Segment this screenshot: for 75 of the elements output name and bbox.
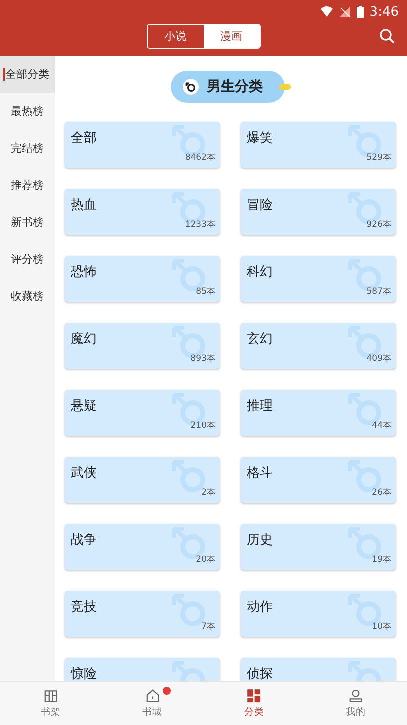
category-name: 全部 [71, 130, 97, 147]
category-name: 热血 [71, 197, 97, 214]
nav-tab[interactable]: 我的 [305, 682, 407, 725]
male-symbol-icon [183, 79, 199, 95]
section-title-text: 男生分类 [207, 78, 263, 96]
nav-tab[interactable]: 书城 [102, 682, 204, 725]
book-count: 7本 [202, 621, 216, 633]
book-count: 926本 [366, 219, 392, 231]
category-name: 格斗 [247, 465, 273, 482]
book-count: 409本 [366, 353, 392, 365]
category-card[interactable]: 科幻 587本 [241, 256, 396, 302]
category-card[interactable]: 推理 44本 [241, 390, 396, 436]
grid-icon [246, 688, 262, 704]
sidebar-item[interactable]: 收藏榜 [0, 278, 55, 315]
book-icon [42, 688, 59, 704]
book-count: 1233本 [185, 219, 216, 231]
category-card[interactable]: 历史 19本 [241, 524, 396, 570]
book-count: 19本 [372, 554, 392, 566]
category-name: 惊险 [71, 666, 97, 681]
search-icon[interactable] [379, 28, 395, 44]
category-card[interactable]: 魔幻 893本 [65, 323, 220, 369]
book-count: 85本 [196, 286, 216, 298]
category-name: 玄幻 [247, 331, 273, 348]
category-name: 战争 [71, 532, 97, 549]
no-signal-icon [338, 6, 351, 18]
category-card[interactable]: 战争 20本 [65, 524, 220, 570]
category-name: 爆笑 [247, 130, 273, 147]
nav-tab[interactable]: 书架 [0, 682, 102, 725]
book-count: 26本 [372, 487, 392, 499]
category-name: 竞技 [71, 599, 97, 616]
book-count: 8462本 [185, 152, 216, 164]
category-name: 悬疑 [71, 398, 97, 415]
category-card[interactable]: 格斗 26本 [241, 457, 396, 503]
category-name: 科幻 [247, 264, 273, 281]
sidebar-item[interactable]: 推荐榜 [0, 167, 55, 204]
book-count: 44本 [372, 420, 392, 432]
book-count: 210本 [190, 420, 216, 432]
category-name: 侦探 [247, 666, 273, 681]
category-card[interactable]: 热血 1233本 [65, 189, 220, 235]
book-count: 893本 [190, 353, 216, 365]
category-name: 武侠 [71, 465, 97, 482]
category-name: 魔幻 [71, 331, 97, 348]
category-card[interactable]: 爆笑 529本 [241, 122, 396, 168]
category-card[interactable]: 全部 8462本 [65, 122, 220, 168]
book-count: 20本 [196, 554, 216, 566]
category-card[interactable]: 武侠 2本 [65, 457, 220, 503]
category-name: 动作 [247, 599, 273, 616]
person-icon [348, 688, 364, 704]
category-card[interactable]: 动作 10本 [241, 591, 396, 637]
book-count: 10本 [372, 621, 392, 633]
category-card[interactable]: 玄幻 409本 [241, 323, 396, 369]
category-card[interactable]: 侦探 [241, 658, 396, 681]
category-name: 恐怖 [71, 264, 97, 281]
category-card[interactable]: 冒险 926本 [241, 189, 396, 235]
book-count: 529本 [366, 152, 392, 164]
sidebar-item[interactable]: 全部分类 [0, 56, 55, 93]
category-name: 推理 [247, 398, 273, 415]
book-count: 587本 [366, 286, 392, 298]
category-card[interactable]: 惊险 [65, 658, 220, 681]
category-name: 冒险 [247, 197, 273, 214]
book-count: 2本 [202, 487, 216, 499]
clock: 3:46 [370, 4, 399, 20]
sidebar-item[interactable]: 完结榜 [0, 130, 55, 167]
category-name: 历史 [247, 532, 273, 549]
sidebar-item[interactable]: 新书榜 [0, 204, 55, 241]
nav-tab[interactable]: 分类 [204, 682, 306, 725]
category-card[interactable]: 恐怖 85本 [65, 256, 220, 302]
wifi-icon [320, 6, 333, 18]
tab[interactable]: 漫画 [204, 24, 260, 48]
category-card[interactable]: 竞技 7本 [65, 591, 220, 637]
home-icon [144, 688, 161, 704]
sidebar-item[interactable]: 评分榜 [0, 241, 55, 278]
battery-icon [356, 6, 364, 18]
sidebar-item[interactable]: 最热榜 [0, 93, 55, 130]
category-card[interactable]: 悬疑 210本 [65, 390, 220, 436]
